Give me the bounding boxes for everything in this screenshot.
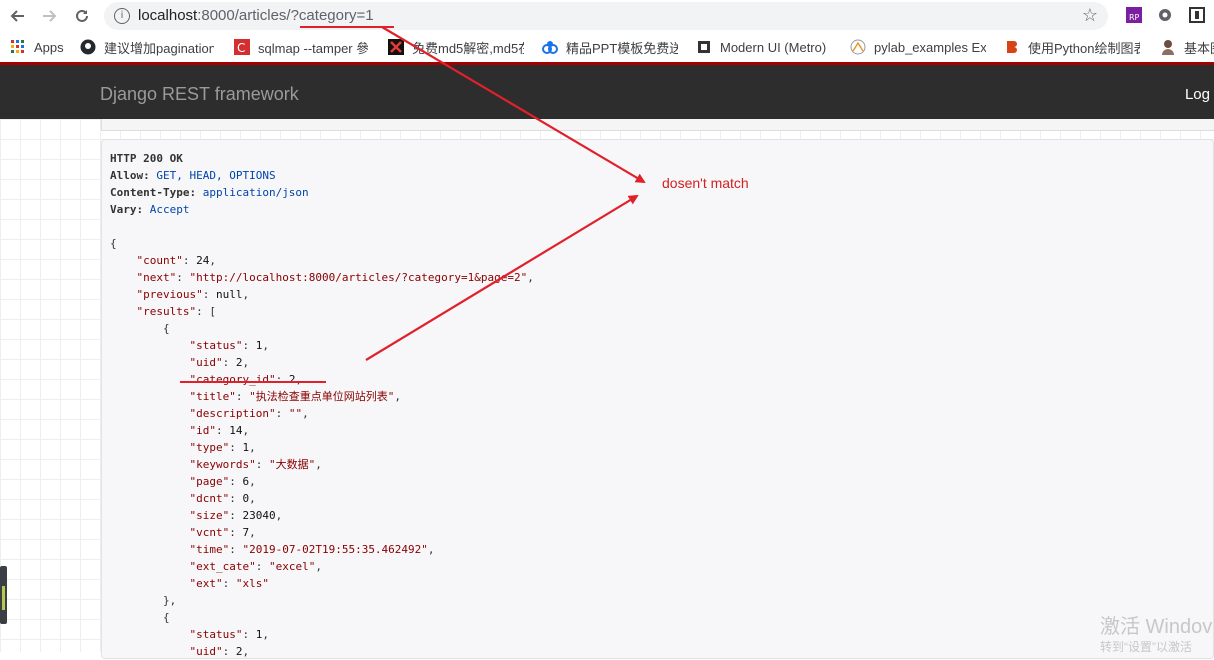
json-field: "size": 23040,: [189, 509, 283, 522]
bookmark-ppt[interactable]: 精品PPT模板免费送: [542, 38, 678, 56]
bookmark-label: Apps: [34, 39, 64, 55]
windows-activation-title: 激活 Windov: [1100, 616, 1213, 638]
json-field-category-id: "category_id": 2,: [189, 373, 303, 386]
json-field: "ext_cate": "excel",: [189, 560, 322, 573]
field-value: "执法检查重点单位网站列表": [249, 390, 395, 403]
back-arrow-icon[interactable]: [6, 4, 30, 28]
side-widget[interactable]: [0, 566, 7, 624]
login-link[interactable]: Log: [1185, 86, 1210, 103]
address-bar[interactable]: i localhost:8000/articles/?category=1 ☆: [104, 2, 1108, 30]
plot-icon: [850, 39, 866, 55]
bookmark-label: 免费md5解密,md5在: [412, 40, 524, 56]
json-brace: {: [162, 611, 170, 624]
github-icon: [80, 39, 96, 55]
status-line: HTTP 200 OK: [110, 152, 183, 165]
field-value: "": [288, 407, 303, 420]
reload-icon[interactable]: [70, 4, 94, 28]
json-next: "next": "http://localhost:8000/articles/…: [136, 271, 534, 284]
field-value: "xls": [235, 577, 269, 590]
json-field: "uid": 2,: [189, 356, 250, 369]
json-brace: {: [162, 322, 170, 335]
apps-grid-icon: [11, 40, 24, 53]
bookmark-metro[interactable]: Modern UI (Metro): [696, 38, 832, 56]
json-field: "status": 1,: [189, 339, 269, 352]
metro-icon: [698, 41, 710, 53]
field-value: "2019-07-02T19:55:35.462492": [242, 543, 428, 556]
bookmark-label: 基本图: [1184, 40, 1214, 56]
field-value: 14: [229, 424, 243, 437]
json-field: "title": "执法检查重点单位网站列表",: [189, 390, 401, 403]
annotation-label: dosen't match: [662, 175, 749, 191]
red-c-icon: C: [234, 39, 250, 55]
json-field: "vcnt": 7,: [189, 526, 256, 539]
json-field: "type": 1,: [189, 441, 256, 454]
bookmark-basic[interactable]: 基本图: [1160, 38, 1214, 56]
json-field: "keywords": "大数据",: [189, 458, 322, 471]
bookmark-pylab[interactable]: pylab_examples Exa: [850, 38, 986, 56]
bookmark-label: sqlmap --tamper 參: [258, 40, 368, 56]
bookmark-label: 使用Python绘制图表: [1028, 40, 1140, 56]
json-results: "results": [: [136, 305, 216, 318]
json-previous: "previous": null,: [136, 288, 250, 301]
json-field: "id": 14,: [189, 424, 250, 437]
json-field: "ext": "xls": [189, 577, 269, 590]
field-value: 23040: [242, 509, 276, 522]
json-field: "time": "2019-07-02T19:55:35.462492",: [189, 543, 435, 556]
browser-toolbar: i localhost:8000/articles/?category=1 ☆ …: [0, 0, 1214, 32]
person-icon: [1162, 40, 1174, 55]
bookmark-label: pylab_examples Exa: [874, 39, 986, 55]
header-value: GET, HEAD, OPTIONS: [156, 169, 276, 182]
navbar-brand[interactable]: Django REST framework: [100, 84, 299, 105]
rp-extension-icon[interactable]: RP: [1125, 6, 1143, 24]
header-key: Allow:: [110, 169, 150, 182]
header-key: Content-Type:: [110, 186, 197, 199]
header-value: Accept: [149, 203, 190, 216]
bookmark-sqlmap[interactable]: C sqlmap --tamper 參: [234, 38, 368, 56]
response-panel: HTTP 200 OK Allow: GET, HEAD, OPTIONS Co…: [101, 139, 1214, 659]
response-header: Vary: Accept: [110, 201, 1213, 218]
bookmark-apps[interactable]: Apps: [10, 38, 70, 56]
url-host: localhost: [138, 7, 198, 24]
header-value: application/json: [202, 186, 309, 199]
next-link[interactable]: "http://localhost:8000/articles/?categor…: [190, 271, 528, 284]
red-x-icon: [388, 39, 404, 55]
json-field: "description": "",: [189, 407, 309, 420]
field-value: "excel": [268, 560, 316, 573]
previous-value: null: [215, 288, 243, 301]
svg-text:C: C: [237, 41, 245, 55]
bookmark-python-chart[interactable]: 使用Python绘制图表: [1004, 38, 1140, 56]
svg-text:RP: RP: [1129, 13, 1140, 22]
url-rest: :8000/articles/?category=1: [197, 7, 374, 24]
content-top-edge: [101, 119, 1214, 131]
bookmark-label: 建议增加pagination: [104, 40, 214, 56]
count-value: 24: [196, 254, 210, 267]
gear-extension-icon[interactable]: [1156, 6, 1174, 24]
json-brace: {: [110, 237, 117, 250]
windows-activation-subtitle: 转到“设置”以激活: [1100, 640, 1192, 654]
json-field: "status": 1,: [189, 628, 269, 641]
response-status: HTTP 200 OK: [110, 150, 1213, 167]
forward-arrow-icon[interactable]: [37, 4, 61, 28]
json-count: "count": 24,: [136, 254, 216, 267]
orange-b-icon: [1007, 41, 1017, 53]
url-text: localhost:8000/articles/?category=1: [138, 7, 374, 24]
bookmark-github[interactable]: 建议增加pagination: [80, 38, 214, 56]
bookmark-label: Modern UI (Metro): [720, 39, 827, 55]
bookmark-md5[interactable]: 免费md5解密,md5在: [388, 38, 524, 56]
bookmark-label: 精品PPT模板免费送: [566, 40, 678, 56]
info-icon[interactable]: i: [114, 8, 130, 24]
bookmarks-bar: Apps 建议增加pagination C sqlmap --tamper 參 …: [0, 32, 1214, 62]
json-field: "dcnt": 0,: [189, 492, 256, 505]
json-field: "page": 6,: [189, 475, 256, 488]
screenshot-extension-icon[interactable]: [1188, 6, 1206, 24]
header-key: Vary:: [110, 203, 144, 216]
blue-link-icon: [542, 41, 558, 54]
field-value: "大数据": [268, 458, 316, 471]
bookmark-star-icon[interactable]: ☆: [1082, 5, 1098, 26]
json-brace: },: [162, 594, 177, 607]
navbar: Django REST framework Log: [0, 65, 1214, 119]
